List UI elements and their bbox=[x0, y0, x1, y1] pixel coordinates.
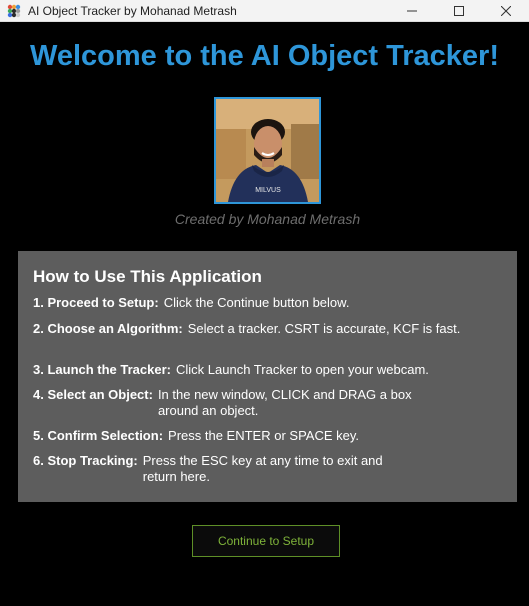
minimize-button[interactable] bbox=[388, 0, 435, 21]
maximize-button[interactable] bbox=[435, 0, 482, 21]
maximize-icon bbox=[453, 5, 464, 16]
minimize-icon bbox=[406, 10, 417, 11]
close-icon bbox=[500, 5, 511, 16]
step-3: 3. Launch the Tracker: Click Launch Trac… bbox=[33, 362, 429, 378]
created-by-caption: Created by Mohanad Metrash bbox=[174, 211, 361, 227]
step-4: 4. Select an Object: In the new window, … bbox=[33, 387, 448, 419]
window-title: AI Object Tracker by Mohanad Metrash bbox=[28, 3, 237, 18]
step-description: Click Launch Tracker to open your webcam… bbox=[176, 362, 429, 377]
step-5: 5. Confirm Selection: Press the ENTER or… bbox=[33, 428, 359, 444]
step-description: In the new window, CLICK and DRAG a box … bbox=[157, 387, 412, 418]
step-label: 5. Confirm Selection: bbox=[33, 428, 164, 443]
step-label: 3. Launch the Tracker: bbox=[33, 362, 171, 377]
continue-to-setup-button[interactable]: Continue to Setup bbox=[192, 525, 340, 557]
window-titlebar: AI Object Tracker by Mohanad Metrash bbox=[0, 0, 529, 22]
step-1: 1. Proceed to Setup: Click the Continue … bbox=[33, 295, 349, 311]
instructions-title: How to Use This Application bbox=[33, 267, 262, 286]
main-window: Welcome to the AI Object Tracker! MILVUS… bbox=[0, 22, 529, 606]
step-6: 6. Stop Tracking: Press the ESC key at a… bbox=[33, 453, 418, 485]
step-label: 2. Choose an Algorithm: bbox=[33, 321, 183, 336]
instructions-panel: How to Use This Application 1. Proceed t… bbox=[18, 251, 517, 502]
step-description: Select a tracker. CSRT is accurate, KCF … bbox=[187, 321, 461, 336]
step-description: Press the ENTER or SPACE key. bbox=[168, 428, 359, 443]
step-description: Press the ESC key at any time to exit an… bbox=[142, 453, 383, 484]
step-label: 1. Proceed to Setup: bbox=[33, 295, 159, 310]
step-label: 6. Stop Tracking: bbox=[33, 453, 138, 468]
step-2: 2. Choose an Algorithm: Select a tracker… bbox=[33, 321, 468, 337]
step-label: 4. Select an Object: bbox=[33, 387, 153, 402]
app-icon bbox=[7, 4, 21, 18]
creator-photo: MILVUS bbox=[214, 97, 321, 204]
svg-text:MILVUS: MILVUS bbox=[255, 187, 281, 194]
close-button[interactable] bbox=[482, 0, 529, 21]
welcome-heading: Welcome to the AI Object Tracker! bbox=[30, 40, 499, 72]
step-description: Click the Continue button below. bbox=[163, 295, 350, 310]
